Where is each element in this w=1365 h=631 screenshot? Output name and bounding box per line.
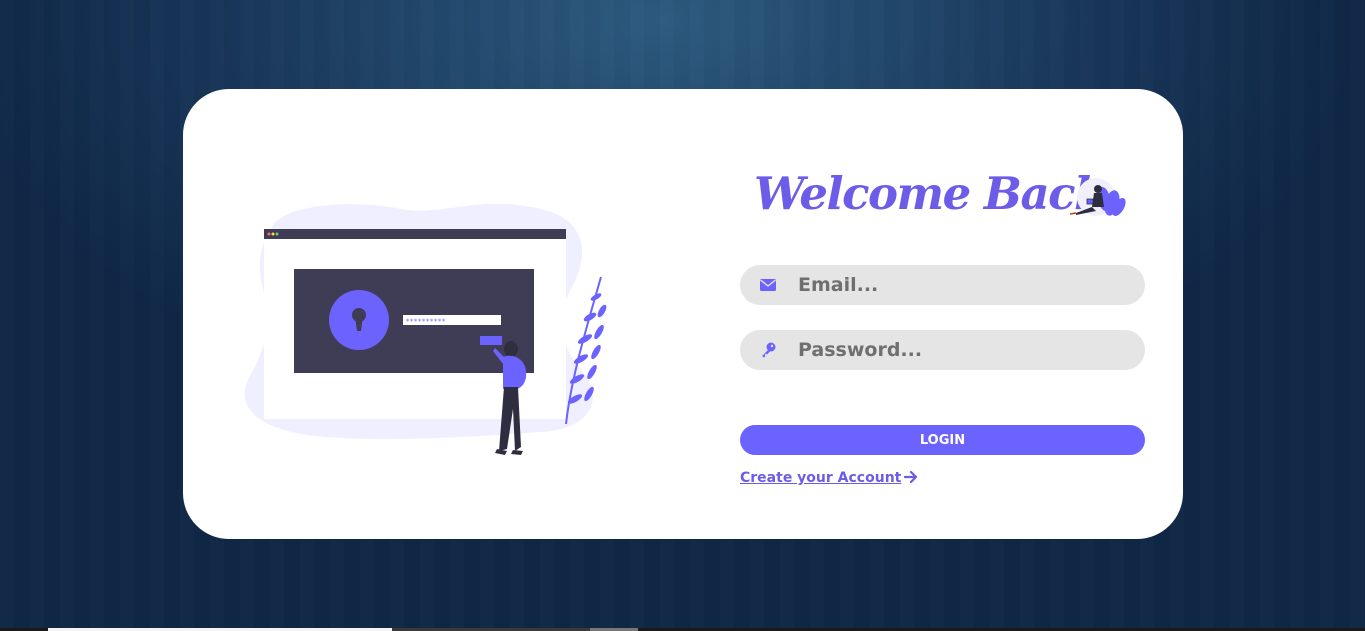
panel-button — [480, 336, 502, 345]
reading-person-icon — [1069, 178, 1126, 217]
arrow-right-icon — [904, 470, 918, 486]
svg-text:**********: ********** — [406, 318, 446, 326]
key-icon — [762, 342, 776, 358]
email-field[interactable] — [740, 265, 1145, 305]
envelope-icon — [760, 279, 776, 291]
password-input[interactable] — [798, 330, 1128, 370]
email-input[interactable] — [798, 265, 1128, 305]
create-account-label: Create your Account — [740, 470, 902, 486]
security-illustration: ********** — [244, 203, 607, 455]
browser-bar — [264, 229, 566, 239]
login-card: ********** Welcome Back Email... LOGIN C… — [183, 89, 1183, 539]
login-button[interactable]: LOGIN — [740, 425, 1145, 455]
page-title: Welcome Back — [754, 167, 1105, 220]
create-account-link[interactable]: Create your Account — [740, 470, 918, 486]
password-field[interactable] — [740, 330, 1145, 370]
welcome-header: Welcome Back — [754, 167, 1154, 229]
